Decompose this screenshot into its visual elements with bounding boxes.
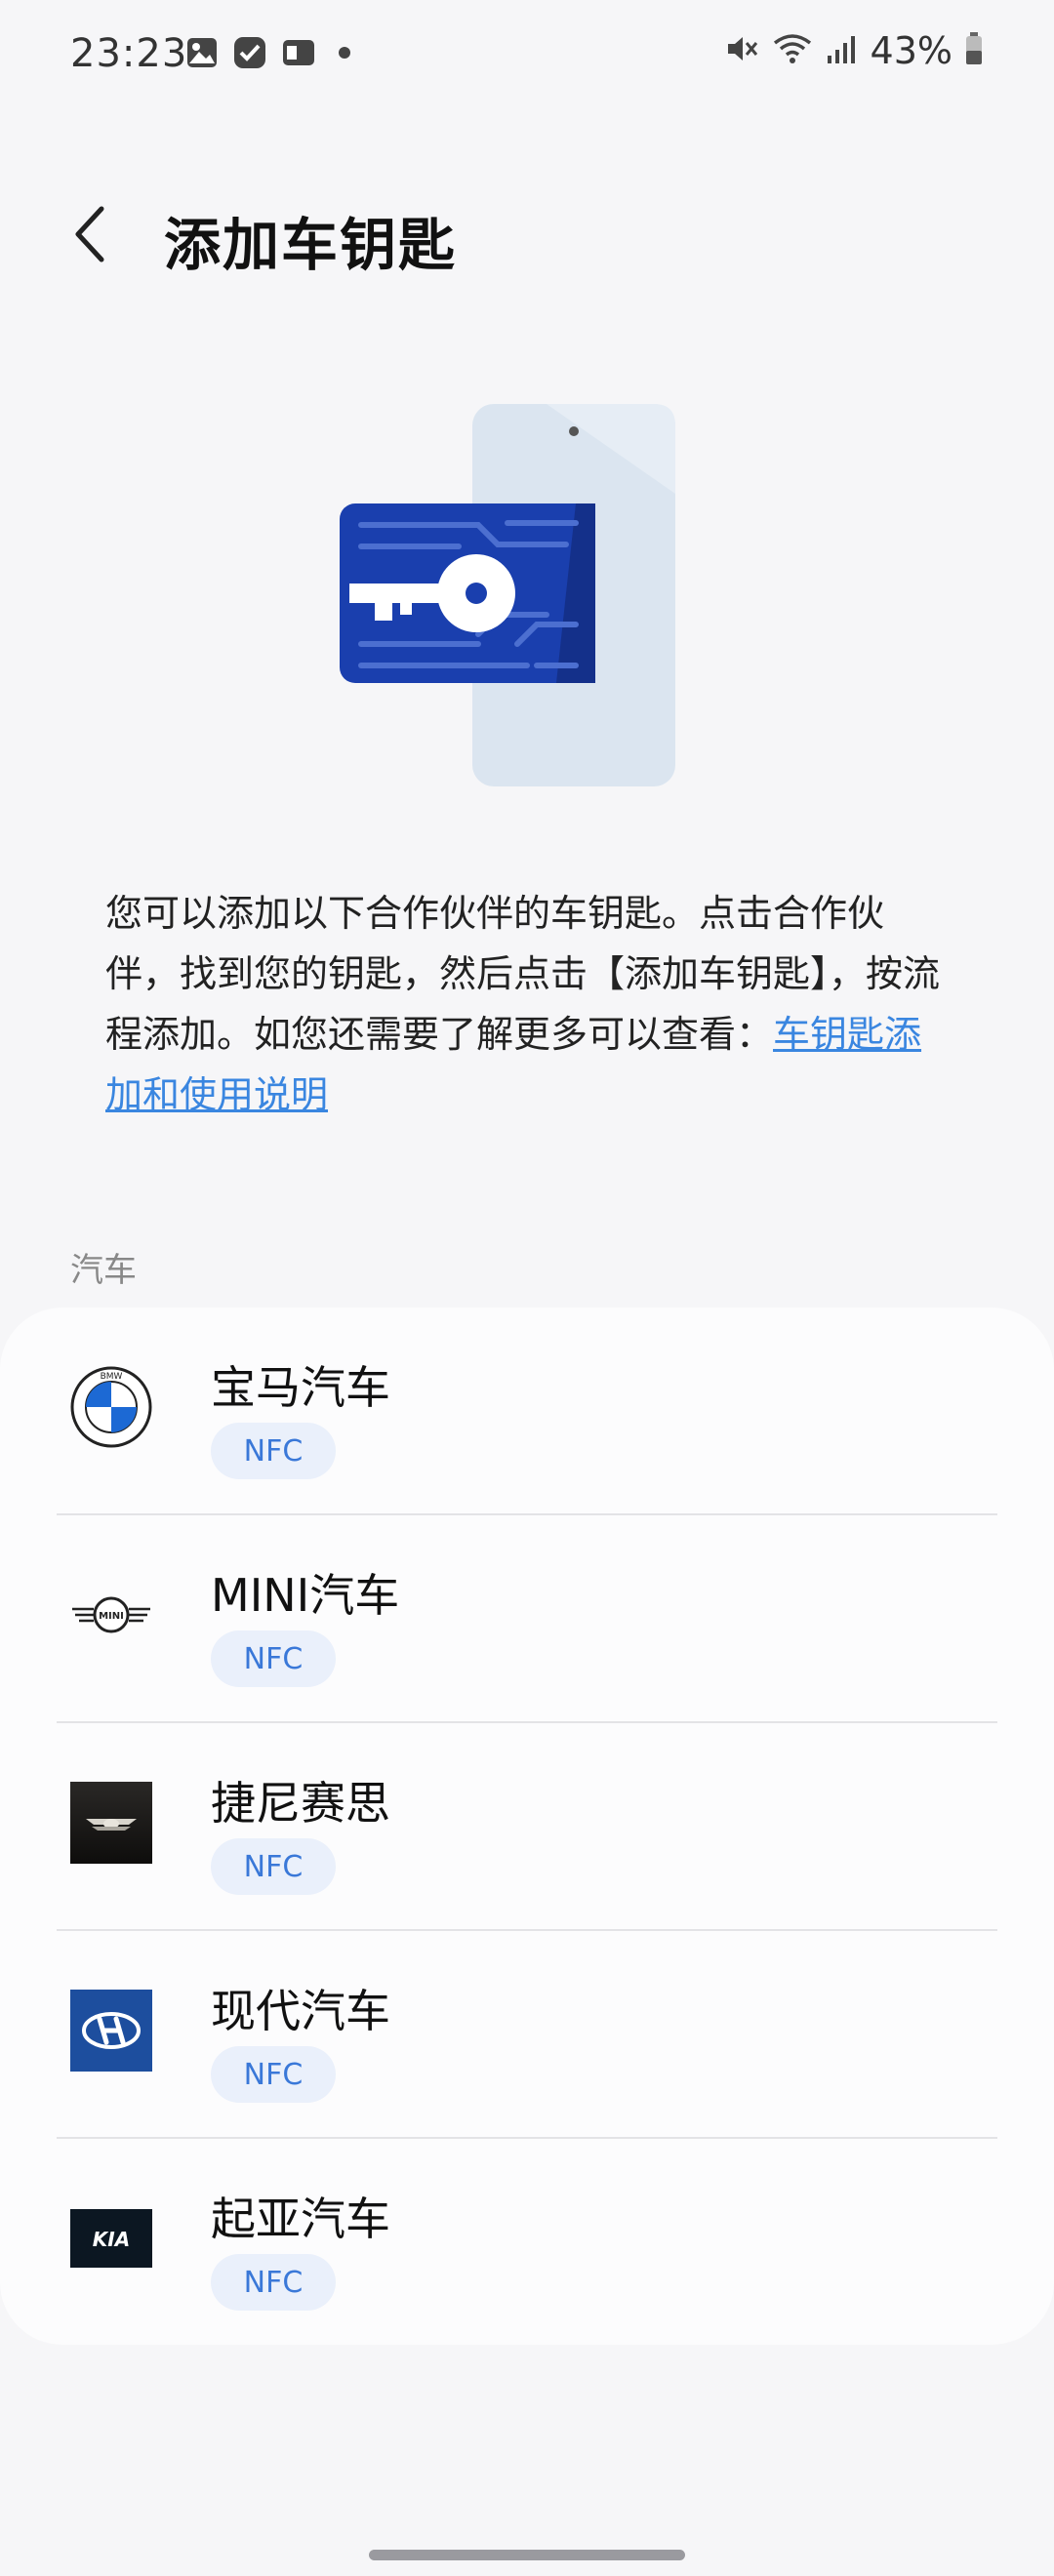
item-name-kia: 起亚汽车 <box>211 2193 390 2245</box>
nfc-badge: NFC <box>211 2254 336 2311</box>
list-item-bmw[interactable]: BMW 宝马汽车 NFC <box>0 1308 1054 1514</box>
item-name-hyundai: 现代汽车 <box>211 1985 390 2037</box>
screen: 23:23 43% 添加车钥匙 您可以添加以下合作伙伴的车钥匙。点击合作伙伴，找… <box>0 0 1054 2576</box>
home-indicator[interactable] <box>369 2550 685 2560</box>
genesis-logo-icon <box>70 1782 152 1864</box>
status-time: 23:23 <box>70 31 188 76</box>
bmw-logo-icon: BMW <box>70 1366 152 1448</box>
battery-percent: 43% <box>870 29 953 72</box>
nfc-badge: NFC <box>211 1423 336 1479</box>
nfc-badge: NFC <box>211 1838 336 1895</box>
tasks-icon <box>232 35 267 74</box>
item-name-bmw: 宝马汽车 <box>211 1361 390 1414</box>
mute-icon <box>724 31 759 70</box>
header: 添加车钥匙 <box>0 185 1054 283</box>
wifi-icon <box>771 31 814 70</box>
list-item-hyundai[interactable]: 现代汽车 NFC <box>0 1931 1054 2138</box>
battery-icon <box>964 31 984 70</box>
page-title: 添加车钥匙 <box>164 212 458 278</box>
kia-logo-text: KIA <box>93 2228 130 2251</box>
partner-list-card: BMW 宝马汽车 NFC MINI MINI汽车 NFC 捷尼赛思 NFC 现代… <box>0 1308 1054 2345</box>
signal-icon <box>826 32 859 69</box>
mini-logo-text: MINI <box>99 1611 124 1622</box>
back-arrow-icon <box>75 206 104 262</box>
description-text: 您可以添加以下合作伙伴的车钥匙。点击合作伙伴，找到您的钥匙，然后点击【添加车钥匙… <box>105 883 945 1125</box>
hyundai-logo-icon <box>70 1990 152 2072</box>
status-icons-left <box>185 35 359 74</box>
mini-logo-icon: MINI <box>70 1574 152 1656</box>
item-name-mini: MINI汽车 <box>211 1569 400 1622</box>
list-item-kia[interactable]: KIA 起亚汽车 NFC <box>0 2139 1054 2346</box>
car-key-illustration <box>332 400 683 790</box>
back-button[interactable] <box>61 195 119 273</box>
status-bar: 23:23 43% <box>0 0 1054 109</box>
list-item-mini[interactable]: MINI MINI汽车 NFC <box>0 1515 1054 1722</box>
nfc-badge: NFC <box>211 1630 336 1687</box>
item-name-genesis: 捷尼赛思 <box>211 1777 390 1830</box>
status-icons-right: 43% <box>724 29 984 72</box>
dot-icon <box>330 38 359 71</box>
kia-logo-icon: KIA <box>70 2197 152 2279</box>
section-label: 汽车 <box>70 1251 137 1290</box>
wallet-icon <box>281 36 316 73</box>
bmw-logo-text: BMW <box>101 1372 123 1382</box>
nfc-badge: NFC <box>211 2046 336 2103</box>
list-item-genesis[interactable]: 捷尼赛思 NFC <box>0 1723 1054 1930</box>
gallery-icon <box>185 36 219 73</box>
